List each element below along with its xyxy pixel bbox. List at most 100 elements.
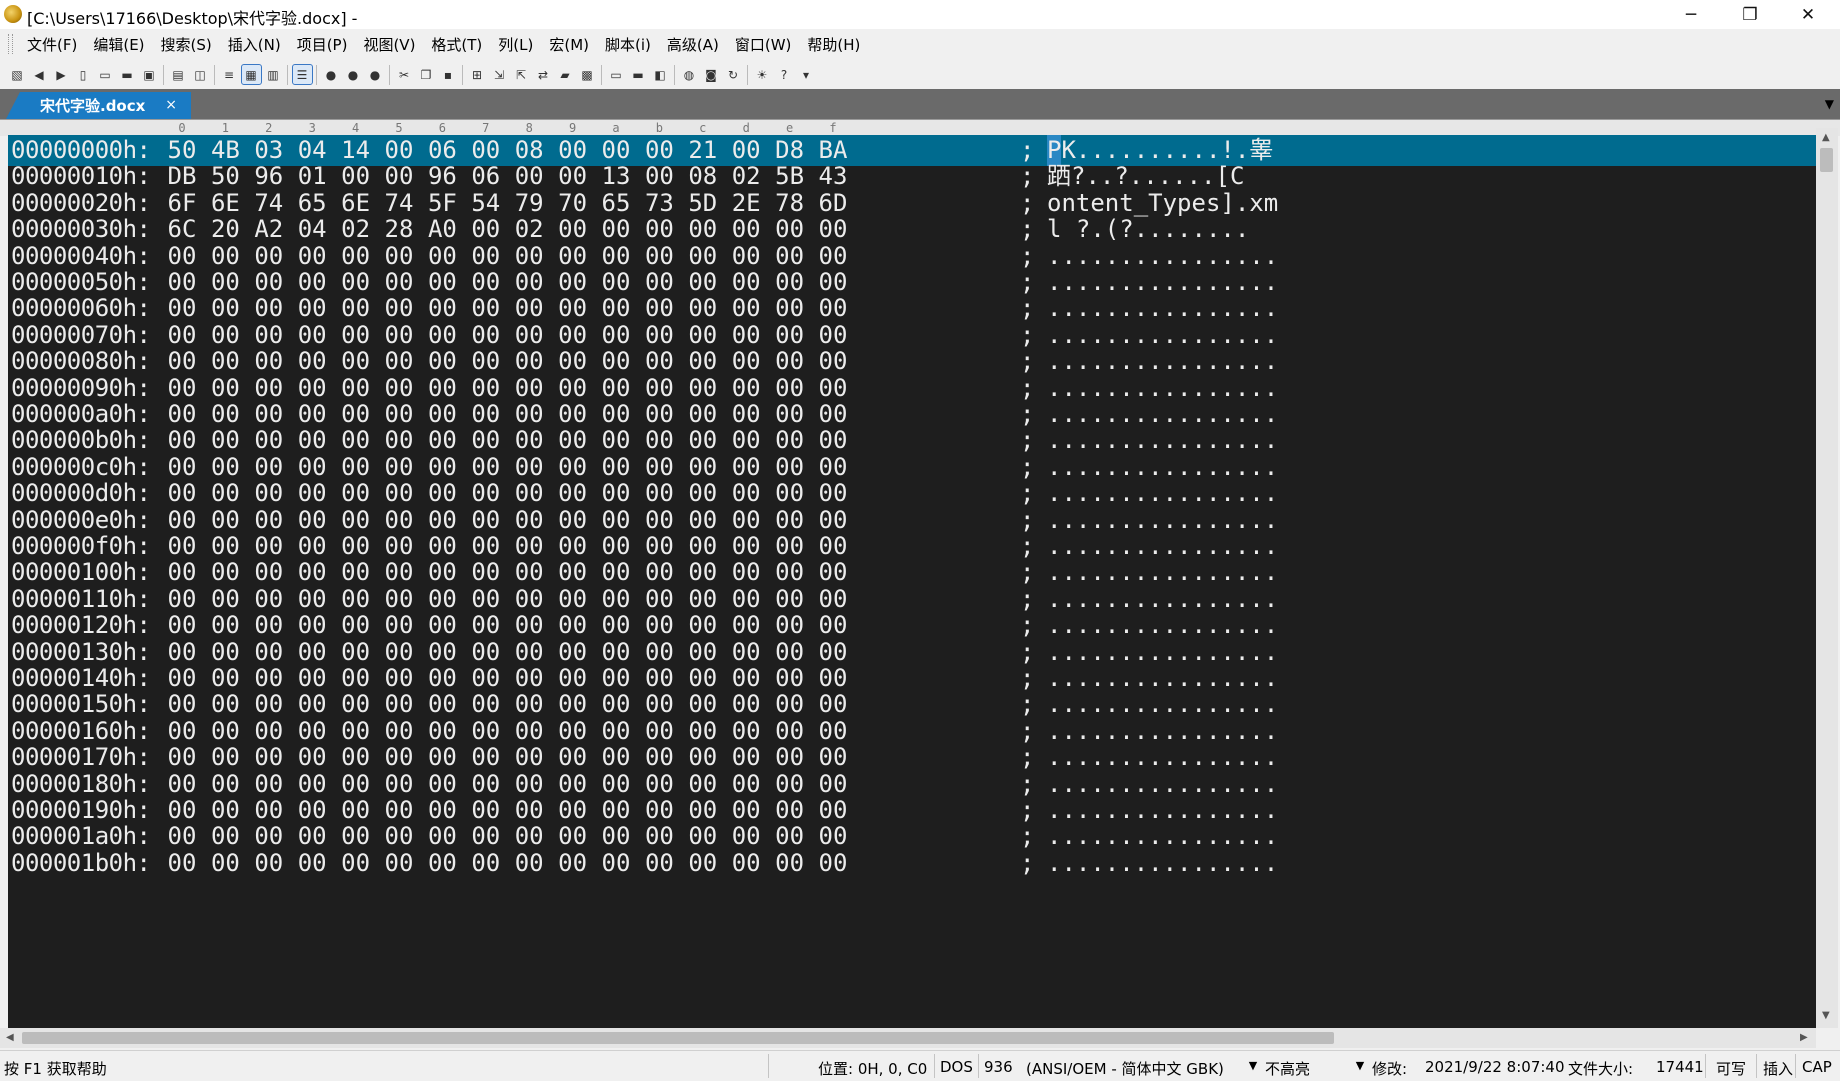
ruler-tick: e: [785, 121, 794, 135]
toolbar-separator: [287, 64, 288, 85]
menu-item-10[interactable]: 高级(A): [659, 34, 727, 55]
hex-byte[interactable]: 00: [602, 848, 631, 879]
window-tile-icon[interactable]: ▬: [629, 65, 648, 84]
status-line-ending[interactable]: DOS: [940, 1058, 973, 1076]
hex-byte[interactable]: 00: [775, 848, 804, 879]
hex-mode-icon[interactable]: ▦: [240, 64, 262, 85]
find-prev-icon[interactable]: ⇱: [512, 65, 531, 84]
find-in-files-icon[interactable]: ▰: [556, 65, 575, 84]
status-divider: [1756, 1054, 1757, 1078]
status-highlight[interactable]: 不高亮: [1265, 1058, 1310, 1079]
hex-editor[interactable]: 00000000h: 50 4B 03 04 14 00 06 00 08 00 00 00 21 00 D8…: [8, 135, 1816, 1028]
scroll-up-icon[interactable]: ▲: [1822, 132, 1830, 143]
tab-close-icon[interactable]: ×: [165, 97, 177, 113]
menu-item-0[interactable]: 文件(F): [19, 34, 85, 55]
replace-in-files-icon[interactable]: ▩: [578, 65, 597, 84]
ruler-tick: 2: [265, 121, 273, 135]
toolbar: ▧ ◀ ▶ ▯ ▭ ▬ ▣ ▤ ◫ ≡ ▦ ▥ ☰ ● ● ● ✂ ❐ ▪ ⊞ ⇲ ⇱ ⇄ ▰ ▩ ▭ ▬ ◧ ◍ ◙ ↻ ☀? ▾: [0, 60, 840, 89]
menu-item-12[interactable]: 帮助(H): [799, 34, 868, 55]
macro-play-icon[interactable]: ●: [344, 65, 363, 84]
toolbar-separator: [674, 64, 675, 85]
status-codepage-number[interactable]: 936: [984, 1058, 1013, 1076]
copy-icon[interactable]: ❐: [417, 65, 436, 84]
hex-byte[interactable]: 00: [211, 848, 240, 879]
restore-button[interactable]: ❐: [1722, 0, 1778, 29]
new-project-icon[interactable]: ▧: [8, 65, 27, 84]
screenshot-icon[interactable]: ◙: [702, 65, 721, 84]
paste-icon[interactable]: ▪: [439, 65, 458, 84]
menu-item-2[interactable]: 搜索(S): [153, 34, 220, 55]
hex-byte[interactable]: 00: [732, 848, 761, 879]
ascii-text[interactable]: ................: [1047, 848, 1278, 879]
menubar-grip[interactable]: [8, 34, 13, 54]
back-icon[interactable]: ◀: [30, 65, 49, 84]
ruler-tick: 0: [178, 121, 186, 135]
toolbar-overflow-icon[interactable]: ▾: [797, 65, 816, 84]
macro-stop-icon[interactable]: ●: [366, 65, 385, 84]
hex-row[interactable]: 000001b0h: 00 00 00 00 00 00 00 00 00 00 00 00 00 00 00…: [8, 848, 1816, 879]
hex-byte[interactable]: 00: [341, 848, 370, 879]
status-divider: [1705, 1054, 1706, 1078]
find-next-icon[interactable]: ⇲: [490, 65, 509, 84]
column-mode-icon[interactable]: ▥: [264, 65, 283, 84]
scroll-down-icon[interactable]: ▼: [1822, 1010, 1830, 1021]
word-wrap-icon[interactable]: ≡: [220, 65, 239, 84]
menu-item-4[interactable]: 项目(P): [289, 34, 356, 55]
hex-byte[interactable]: 00: [471, 848, 500, 879]
menu-item-6[interactable]: 格式(T): [423, 34, 490, 55]
browser-icon[interactable]: ◍: [680, 65, 699, 84]
print-preview-icon[interactable]: ◫: [191, 65, 210, 84]
vertical-scroll-thumb[interactable]: [1820, 148, 1833, 172]
vertical-scrollbar[interactable]: ▲ ▼: [1816, 128, 1838, 1028]
hex-byte[interactable]: 00: [558, 848, 587, 879]
scroll-left-icon[interactable]: ◀: [6, 1032, 14, 1043]
app-icon[interactable]: [4, 5, 22, 23]
close-button[interactable]: ✕: [1780, 0, 1836, 29]
tab-list-dropdown-icon[interactable]: ▼: [1825, 97, 1834, 111]
status-writable[interactable]: 可写: [1716, 1058, 1746, 1079]
hex-byte[interactable]: 00: [385, 848, 414, 879]
forward-icon[interactable]: ▶: [52, 65, 71, 84]
hex-byte[interactable]: 00: [298, 848, 327, 879]
window-arrange-icon[interactable]: ◧: [651, 65, 670, 84]
menu-item-8[interactable]: 宏(M): [541, 34, 597, 55]
hex-byte[interactable]: 00: [819, 848, 848, 879]
hex-byte[interactable]: 00: [428, 848, 457, 879]
new-file-icon[interactable]: ▯: [74, 65, 93, 84]
macro-record-icon[interactable]: ●: [322, 65, 341, 84]
hex-byte[interactable]: 00: [168, 848, 197, 879]
horizontal-scrollbar[interactable]: ◀ ▶: [0, 1028, 1816, 1048]
horizontal-scroll-thumb[interactable]: [22, 1032, 1334, 1044]
menu-item-11[interactable]: 窗口(W): [727, 34, 800, 55]
replace-icon[interactable]: ⇄: [534, 65, 553, 84]
status-codepage[interactable]: (ANSI/OEM - 简体中文 GBK): [1026, 1058, 1224, 1079]
highlight-dropdown-icon[interactable]: ▼: [1352, 1055, 1368, 1077]
scroll-right-icon[interactable]: ▶: [1800, 1032, 1808, 1043]
hex-byte[interactable]: 00: [254, 848, 283, 879]
hex-byte[interactable]: 00: [645, 848, 674, 879]
menu-item-9[interactable]: 脚本(i): [597, 34, 659, 55]
codepage-dropdown-icon[interactable]: ▼: [1245, 1055, 1261, 1077]
print-icon[interactable]: ▤: [169, 65, 188, 84]
refresh-icon[interactable]: ↻: [724, 65, 743, 84]
minimize-button[interactable]: ─: [1663, 0, 1719, 29]
tip-icon[interactable]: ☀: [753, 65, 772, 84]
menu-item-5[interactable]: 视图(V): [355, 34, 423, 55]
cut-icon[interactable]: ✂: [395, 65, 414, 84]
find-icon[interactable]: ⊞: [468, 65, 487, 84]
hex-byte[interactable]: 00: [515, 848, 544, 879]
menu-item-1[interactable]: 编辑(E): [85, 34, 152, 55]
title-bar: [C:\Users\17166\Desktop\宋代字验.docx] - ─ ❐…: [0, 0, 1840, 29]
menu-item-7[interactable]: 列(L): [490, 34, 541, 55]
toolbar-separator: [747, 64, 748, 85]
open-icon[interactable]: ▭: [96, 65, 115, 84]
list-lines-icon[interactable]: ☰: [291, 64, 313, 85]
menu-item-3[interactable]: 插入(N): [220, 34, 289, 55]
close-file-icon[interactable]: ▣: [140, 65, 159, 84]
window-cascade-icon[interactable]: ▭: [607, 65, 626, 84]
hex-byte[interactable]: 00: [688, 848, 717, 879]
status-insert-mode[interactable]: 插入: [1763, 1058, 1793, 1079]
tab-document[interactable]: 宋代字验.docx ×: [6, 92, 191, 119]
help-icon[interactable]: ?: [775, 65, 794, 84]
open-folder-icon[interactable]: ▬: [118, 65, 137, 84]
